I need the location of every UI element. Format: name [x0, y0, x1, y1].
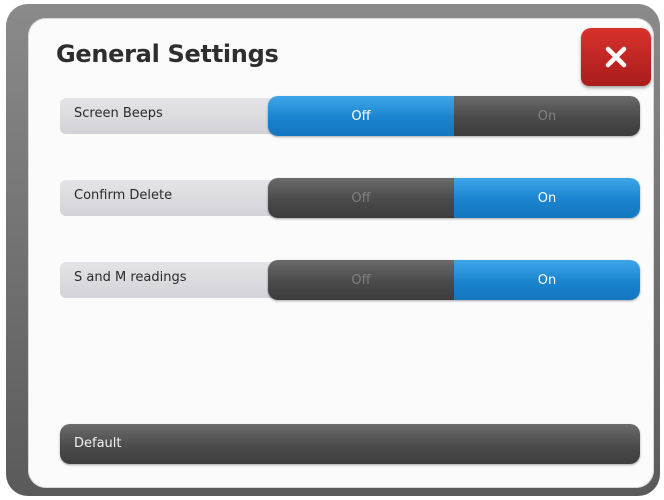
dialog-title: General Settings — [56, 40, 279, 68]
general-settings-dialog: General Settings Screen Beeps Off On Con… — [28, 18, 654, 488]
setting-row-confirm-delete: Confirm Delete Off On — [60, 178, 640, 218]
screen-beeps-off-option[interactable]: Off — [268, 96, 454, 136]
s-and-m-readings-toggle: Off On — [268, 260, 640, 300]
setting-row-screen-beeps: Screen Beeps Off On — [60, 96, 640, 136]
confirm-delete-off-option[interactable]: Off — [268, 178, 454, 218]
close-button[interactable] — [581, 28, 651, 86]
setting-label-screen-beeps: Screen Beeps — [74, 106, 163, 121]
device-frame: General Settings Screen Beeps Off On Con… — [6, 4, 660, 496]
close-icon — [605, 46, 627, 68]
screen-beeps-on-option[interactable]: On — [454, 96, 640, 136]
screen-beeps-toggle: Off On — [268, 96, 640, 136]
setting-label-s-and-m-readings: S and M readings — [74, 270, 187, 285]
setting-row-s-and-m-readings: S and M readings Off On — [60, 260, 640, 300]
s-and-m-readings-off-option[interactable]: Off — [268, 260, 454, 300]
setting-label-confirm-delete: Confirm Delete — [74, 188, 173, 203]
confirm-delete-toggle: Off On — [268, 178, 640, 218]
s-and-m-readings-on-option[interactable]: On — [454, 260, 640, 300]
confirm-delete-on-option[interactable]: On — [454, 178, 640, 218]
default-button[interactable]: Default — [60, 424, 640, 464]
default-button-label: Default — [74, 436, 122, 451]
